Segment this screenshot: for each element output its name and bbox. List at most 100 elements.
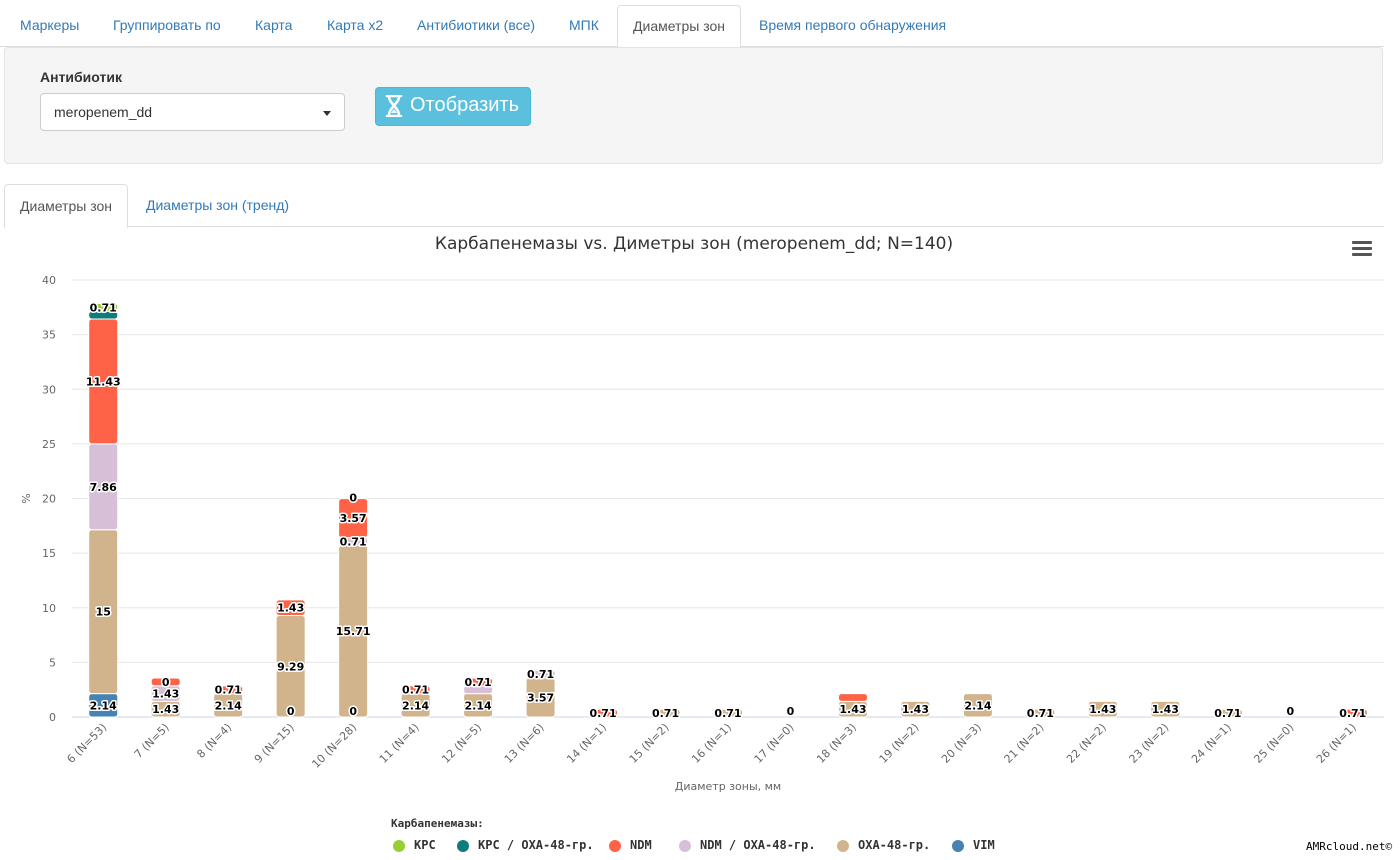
data-label: 3.57: [340, 512, 367, 525]
data-label: 2.14: [90, 699, 117, 712]
x-tick-label: 7 (N=5): [132, 721, 172, 761]
hourglass-icon: [385, 95, 403, 117]
y-tick-label: 15: [42, 547, 56, 560]
data-label: 0.71: [465, 676, 492, 689]
x-axis-label: Диаметр зоны, мм: [675, 780, 781, 793]
data-label: 0.71: [1027, 707, 1054, 720]
x-tick-label: 8 (N=4): [194, 721, 234, 761]
tab-first-detection-time[interactable]: Время первого обнаружения: [759, 5, 946, 47]
tab-antibiotics-all[interactable]: Антибиотики (все): [417, 5, 535, 47]
legend-label: NDM: [630, 838, 652, 852]
data-label: 0.71: [1214, 707, 1241, 720]
data-label: 0.71: [340, 535, 367, 548]
x-tick-label: 14 (N=1): [564, 721, 609, 766]
x-tick-label: 12 (N=5): [439, 721, 484, 766]
antibiotic-select[interactable]: meropenem_dd: [40, 93, 345, 131]
y-tick-label: 30: [42, 383, 56, 396]
data-label: 0.71: [527, 668, 554, 681]
data-label: 2.14: [402, 699, 429, 712]
legend-marker: [393, 840, 405, 852]
data-label: 0: [162, 676, 170, 689]
y-tick-label: 25: [42, 438, 56, 451]
data-label: 0: [787, 705, 795, 718]
data-label: 0: [349, 492, 357, 505]
x-tick-label: 16 (N=1): [689, 721, 734, 766]
x-tick-label: 13 (N=6): [502, 721, 547, 766]
legend-marker: [952, 840, 964, 852]
data-label: 11.43: [86, 375, 121, 388]
data-label: 15.71: [336, 625, 371, 638]
data-label: 0.71: [589, 707, 616, 720]
tab-group-by[interactable]: Группировать по: [113, 5, 221, 47]
x-tick-label: 22 (N=2): [1064, 721, 1109, 766]
data-label: 2.14: [964, 699, 991, 712]
x-tick-label: 20 (N=3): [939, 721, 984, 766]
legend-marker: [679, 840, 691, 852]
y-tick-label: 40: [42, 274, 56, 287]
data-label: 0.71: [402, 684, 429, 697]
x-tick-label: 17 (N=0): [752, 721, 797, 766]
data-label: 1.43: [1089, 703, 1116, 716]
x-tick-label: 18 (N=3): [814, 721, 859, 766]
data-label: 0: [287, 705, 295, 718]
y-tick-label: 35: [42, 329, 56, 342]
data-label: 1.43: [902, 703, 929, 716]
chart-plot: 0 5 10 15 20 25 30 35 40% Диаметр зоны, мм 6 (N=53…: [20, 274, 1384, 793]
data-label: 0: [1286, 705, 1294, 718]
x-tick-label: 15 (N=2): [627, 721, 672, 766]
antibiotic-label: Антибиотик: [40, 69, 122, 85]
tab-map-x2[interactable]: Карта х2: [327, 5, 383, 47]
data-label: 9.29: [277, 660, 304, 673]
legend-marker: [609, 840, 621, 852]
y-axis-label: %: [20, 493, 33, 503]
chevron-down-icon: [323, 111, 331, 116]
legend-label: NDM / OXA-48-гр.: [700, 838, 816, 852]
x-tick-label: 19 (N=2): [877, 721, 922, 766]
y-tick-label: 0: [49, 711, 56, 724]
credits[interactable]: AMRcloud.net©: [1306, 840, 1392, 853]
legend-title: Карбапенемазы:: [391, 817, 484, 830]
subtab-zone-diameters-trend[interactable]: Диаметры зон (тренд): [146, 184, 289, 227]
data-label: 0.71: [1339, 707, 1366, 720]
antibiotic-select-value: meropenem_dd: [54, 104, 153, 120]
tab-map[interactable]: Карта: [255, 5, 292, 47]
tab-zone-diameters[interactable]: Диаметры зон: [617, 5, 741, 48]
x-tick-label: 23 (N=2): [1127, 721, 1172, 766]
legend-label: KPC: [414, 838, 436, 852]
x-tick-label: 10 (N=28): [309, 721, 359, 771]
data-label: 1.43: [839, 703, 866, 716]
data-label: 0.71: [215, 684, 242, 697]
data-label: 0: [349, 705, 357, 718]
legend-label: OXA-48-гр.: [858, 838, 931, 852]
x-tick-label: 26 (N=1): [1314, 721, 1359, 766]
controls-panel: Антибиотик meropenem_dd Отобразить: [4, 47, 1383, 164]
data-label: 2.14: [215, 699, 242, 712]
sub-tabs: Диаметры зон Диаметры зон (тренд): [4, 184, 1384, 228]
tab-mic[interactable]: МПК: [569, 5, 599, 47]
data-label: 15: [96, 606, 111, 619]
subtab-zone-diameters[interactable]: Диаметры зон: [4, 184, 128, 228]
legend-label: VIM: [973, 838, 995, 852]
y-tick-label: 10: [42, 602, 56, 615]
x-tick-label: 11 (N=4): [377, 721, 422, 766]
data-label: 0.71: [90, 301, 117, 314]
legend-marker: [457, 840, 469, 852]
legend-label: KPC / OXA-48-гр.: [478, 838, 594, 852]
data-label: 1.43: [152, 703, 179, 716]
data-label: 1.43: [277, 602, 304, 615]
data-label: 0.71: [652, 707, 679, 720]
show-button-label: Отобразить: [410, 94, 520, 116]
x-tick-label: 21 (N=2): [1002, 721, 1047, 766]
top-tabs: Маркеры Группировать по Карта Карта х2 А…: [0, 0, 1384, 48]
data-label: 3.57: [527, 691, 554, 704]
tab-markers[interactable]: Маркеры: [20, 5, 79, 47]
chart-container: Карбапенемазы vs. Диметры зон (meropenem…: [0, 228, 1400, 860]
y-tick-label: 5: [49, 656, 56, 669]
data-label: 1.43: [1152, 703, 1179, 716]
data-label: 0.71: [714, 707, 741, 720]
show-button[interactable]: Отобразить: [375, 87, 531, 126]
data-label: 7.86: [90, 481, 117, 494]
bar-segment: [837, 693, 868, 702]
x-tick-label: 24 (N=1): [1189, 721, 1234, 766]
data-label: 2.14: [465, 699, 492, 712]
